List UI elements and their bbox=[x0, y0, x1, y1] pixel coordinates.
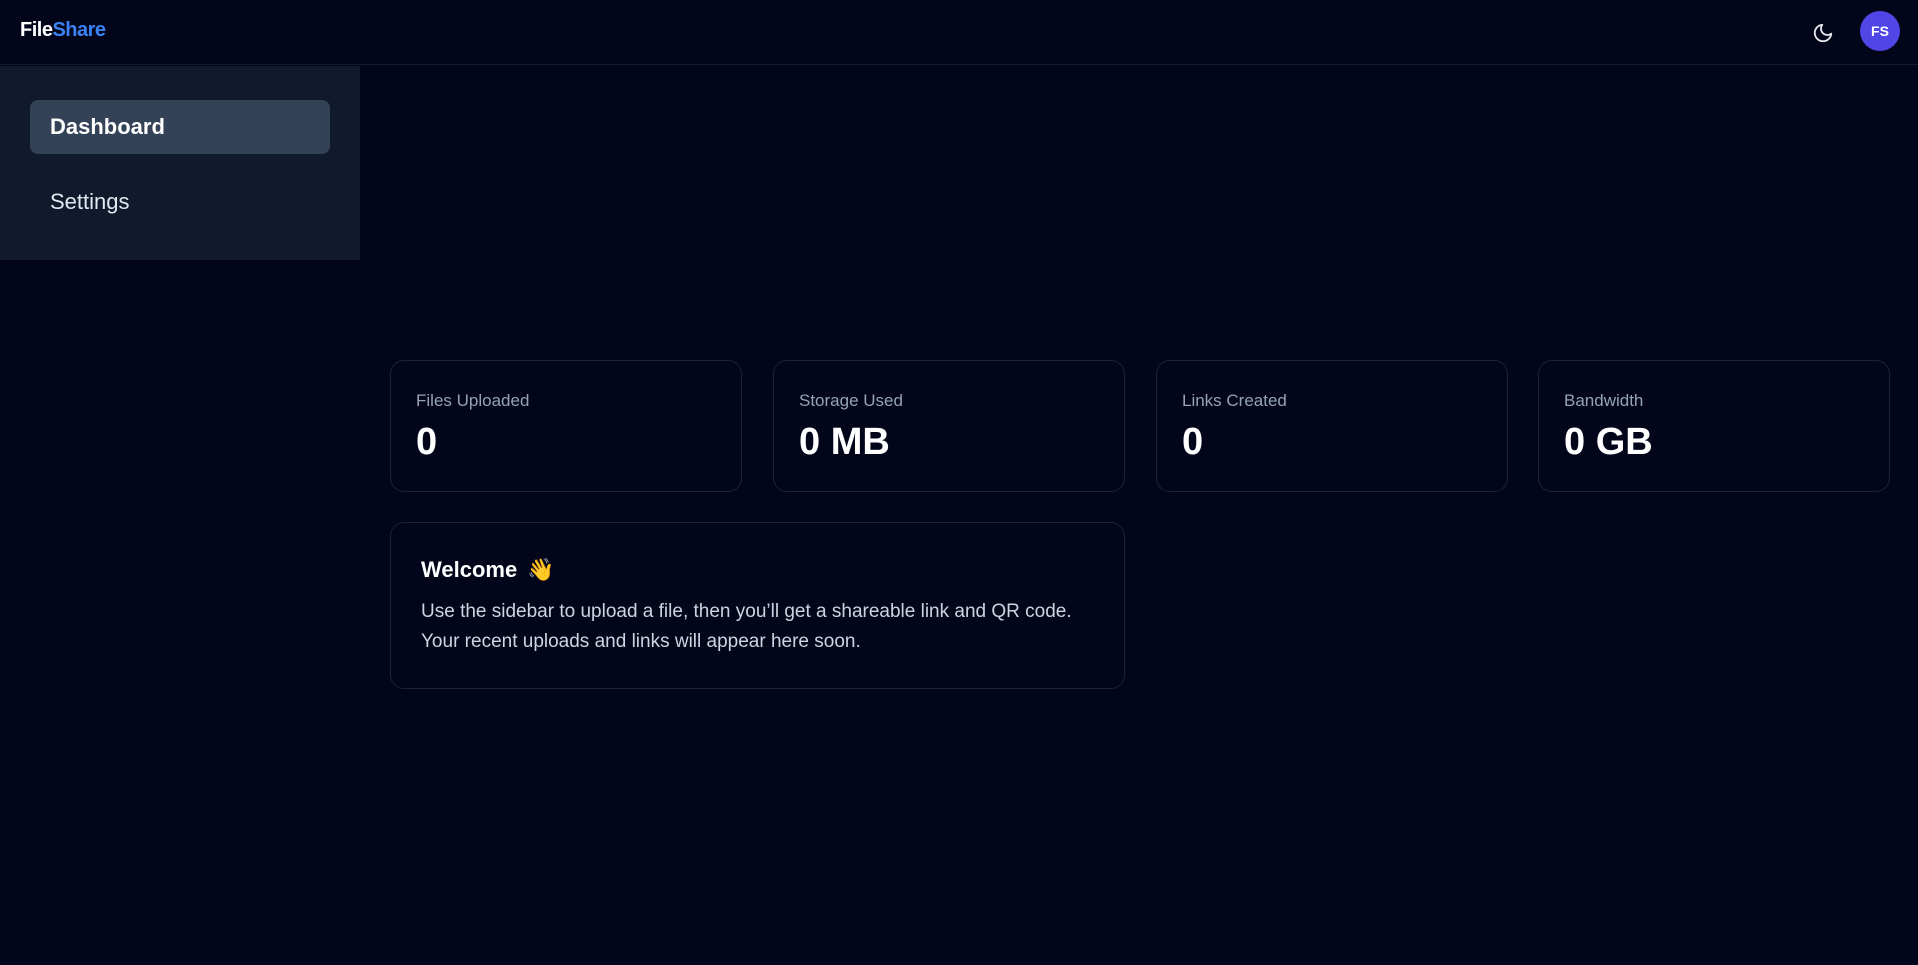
sidebar-item-settings[interactable]: Settings bbox=[30, 175, 330, 229]
sidebar-item-dashboard[interactable]: Dashboard bbox=[30, 100, 330, 154]
stat-card-links-created: Links Created 0 bbox=[1156, 360, 1508, 492]
stat-card-files-uploaded: Files Uploaded 0 bbox=[390, 360, 742, 492]
welcome-title-text: Welcome bbox=[421, 557, 518, 582]
stat-card-bandwidth: Bandwidth 0 GB bbox=[1538, 360, 1890, 492]
logo-text-file: File bbox=[20, 19, 53, 41]
stat-value: 0 bbox=[1182, 421, 1204, 463]
stat-value: 0 MB bbox=[799, 421, 890, 463]
moon-icon bbox=[1813, 23, 1833, 43]
user-avatar[interactable]: FS bbox=[1860, 11, 1900, 51]
stat-label: Files Uploaded bbox=[416, 391, 530, 410]
theme-toggle-button[interactable] bbox=[1806, 16, 1840, 50]
stat-label: Storage Used bbox=[799, 391, 903, 410]
stat-label: Links Created bbox=[1182, 391, 1287, 410]
stat-card-storage-used: Storage Used 0 MB bbox=[773, 360, 1125, 492]
stat-label: Bandwidth bbox=[1564, 391, 1644, 410]
sidebar: Dashboard Settings bbox=[0, 66, 360, 260]
welcome-message: Use the sidebar to upload a file, then y… bbox=[421, 601, 1072, 652]
welcome-card: Welcome 👋 Use the sidebar to upload a fi… bbox=[390, 522, 1125, 689]
stat-value: 0 GB bbox=[1564, 421, 1653, 463]
app-logo[interactable]: FileShare bbox=[20, 19, 106, 42]
waving-hand-icon: 👋 bbox=[527, 557, 555, 582]
welcome-title: Welcome 👋 bbox=[421, 557, 1094, 583]
logo-text-share: Share bbox=[52, 19, 106, 41]
top-bar: FileShare FS bbox=[0, 0, 1918, 65]
stat-value: 0 bbox=[416, 421, 438, 463]
